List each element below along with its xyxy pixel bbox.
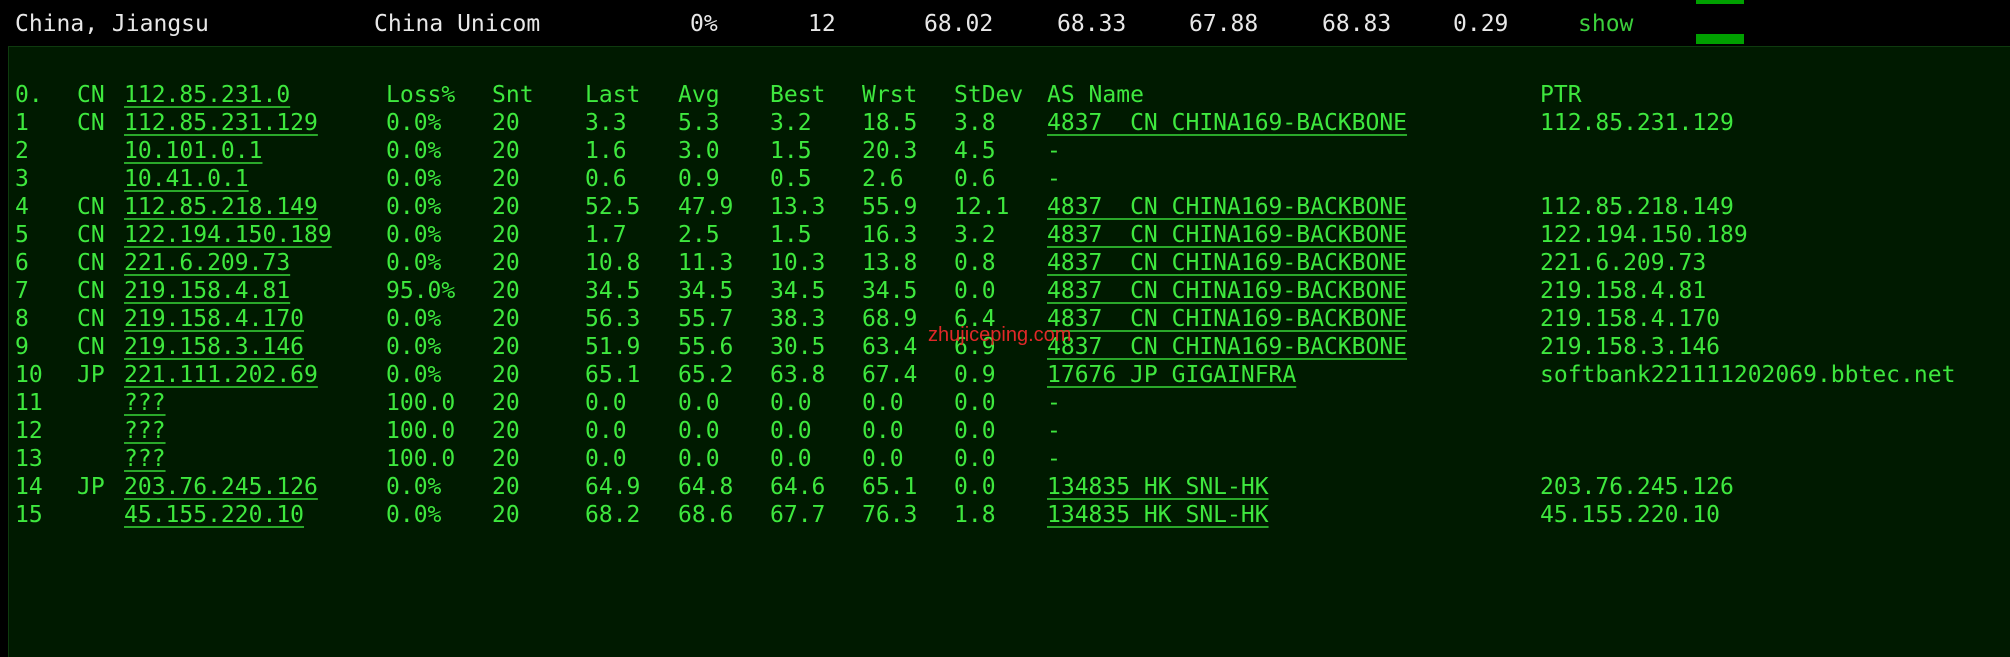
as-name[interactable]: 134835 HK SNL-HK [1047,500,1269,530]
trace-row: 15 45.155.220.10 0.0% 20 68.2 68.6 67.7 76.3 1.8… [9,497,2010,533]
ptr-record: 45.155.220.10 [1540,502,1721,528]
last-value: 68.2 [585,502,641,528]
summary-stdev: 0.29 [1453,11,1509,37]
summary-worst: 68.83 [1322,11,1392,37]
watermark: zhujiceping.com [928,324,1072,346]
avg-value: 68.6 [678,502,734,528]
sent-value: 20 [492,502,520,528]
status-indicator-top [1696,0,1744,4]
summary-last: 68.02 [924,11,994,37]
summary-isp: China Unicom [374,11,541,37]
loss-value: 0.0% [386,502,442,528]
summary-loss: 0% [690,11,718,37]
traceroute-panel: 0. CN 112.85.231.0 Loss% Snt Last Avg Be… [8,46,2010,657]
best-value: 67.7 [770,502,826,528]
summary-location: China, Jiangsu [15,11,209,37]
host-address[interactable]: 45.155.220.10 [124,500,304,530]
summary-best: 67.88 [1189,11,1259,37]
status-indicator [1696,34,1744,44]
stdev-value: 1.8 [954,502,996,528]
summary-sent: 12 [808,11,836,37]
hop-number: 15 [15,502,43,528]
show-link[interactable]: show [1578,10,1633,38]
summary-avg: 68.33 [1057,11,1127,37]
worst-value: 76.3 [862,502,918,528]
